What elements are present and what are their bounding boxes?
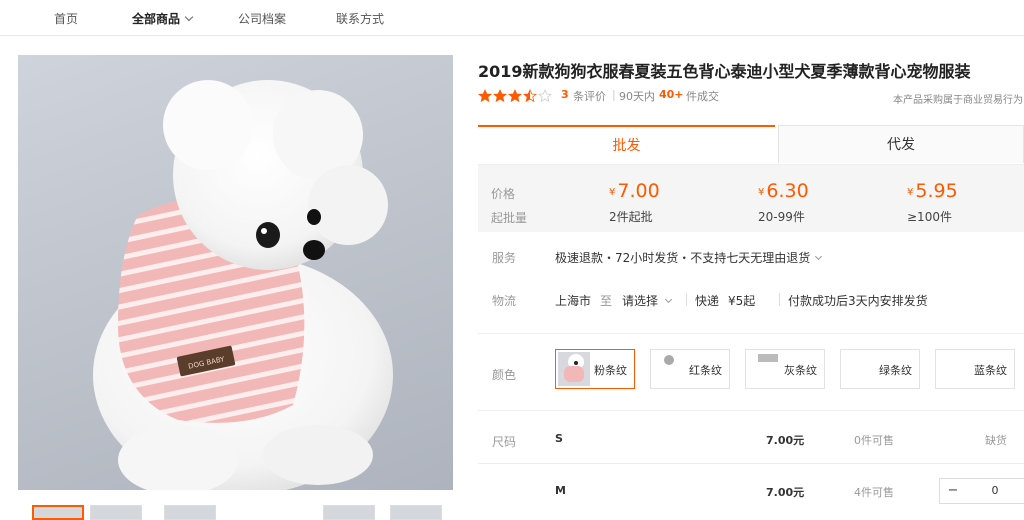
price-label: 价格 bbox=[491, 187, 516, 201]
out-of-stock-label: 缺货 bbox=[985, 434, 1007, 447]
sales-prefix: 90天内 bbox=[619, 90, 655, 103]
purchase-mode-tabs: 批发 代发 bbox=[478, 125, 1024, 163]
size-price: 7.00元 bbox=[766, 434, 805, 447]
color-thumbnail bbox=[843, 352, 875, 386]
express-fee: ¥5起 bbox=[728, 294, 756, 308]
color-option-red[interactable]: 红条纹 bbox=[650, 349, 730, 389]
tier-qty: 20-99件 bbox=[758, 210, 805, 224]
thumbnail-3[interactable] bbox=[164, 505, 216, 520]
color-label: 颜色 bbox=[492, 368, 517, 382]
price-tier-3: ¥5.95 ≥100件 bbox=[907, 180, 958, 225]
nav-home[interactable]: 首页 bbox=[54, 10, 78, 27]
service-info[interactable]: 极速退款・72小时发货・不支持七天无理由退货 bbox=[555, 249, 823, 266]
currency-symbol: ¥ bbox=[609, 187, 616, 198]
quantity-input[interactable] bbox=[980, 479, 1010, 503]
size-name: S bbox=[555, 432, 563, 445]
tab-wholesale[interactable]: 批发 bbox=[478, 125, 775, 163]
color-thumbnail bbox=[748, 352, 780, 386]
nav-contact[interactable]: 联系方式 bbox=[336, 10, 384, 27]
color-option-label: 绿条纹 bbox=[879, 364, 912, 377]
destination-select[interactable]: 请选择 bbox=[622, 292, 673, 309]
color-option-label: 蓝条纹 bbox=[974, 364, 1007, 377]
trade-notice: 本产品采购属于商业贸易行为 bbox=[893, 95, 1023, 106]
tier-price: 5.95 bbox=[915, 180, 958, 202]
thumbnail-4[interactable] bbox=[323, 505, 375, 520]
top-nav: 首页 全部商品 公司档案 联系方式 bbox=[0, 0, 1024, 36]
size-stock: 4件可售 bbox=[854, 486, 894, 499]
nav-company-profile[interactable]: 公司档案 bbox=[238, 10, 286, 27]
thumbnail-2[interactable] bbox=[90, 505, 142, 520]
main-product-image[interactable]: DOG BABY bbox=[18, 55, 453, 490]
divider bbox=[686, 293, 687, 306]
logistics-label: 物流 bbox=[492, 294, 517, 308]
express-label: 快递 bbox=[695, 294, 720, 308]
color-option-gray[interactable]: 灰条纹 bbox=[745, 349, 825, 389]
divider bbox=[478, 333, 1024, 334]
star-rating-icon bbox=[478, 89, 553, 103]
thumbnail-1[interactable] bbox=[32, 505, 84, 520]
price-tier-2: ¥6.30 20-99件 bbox=[758, 180, 809, 225]
ship-note: 付款成功后3天内安排发货 bbox=[788, 294, 928, 308]
review-count[interactable]: 3 bbox=[561, 88, 569, 101]
color-option-green[interactable]: 绿条纹 bbox=[840, 349, 920, 389]
quantity-stepper: − bbox=[939, 478, 1024, 504]
color-option-label: 粉条纹 bbox=[594, 364, 627, 377]
color-option-pink[interactable]: 粉条纹 bbox=[555, 349, 635, 389]
tier-price: 7.00 bbox=[617, 180, 660, 202]
color-thumbnail bbox=[653, 352, 685, 386]
nav-all-products-label: 全部商品 bbox=[132, 12, 181, 26]
size-label: 尺码 bbox=[492, 435, 517, 449]
price-panel: 价格 起批量 ¥7.00 2件起批 ¥6.30 20-99件 ¥5.95 ≥10… bbox=[478, 164, 1024, 232]
divider: | bbox=[612, 88, 616, 101]
divider bbox=[779, 293, 780, 306]
size-name: M bbox=[555, 484, 566, 497]
chevron-down-icon bbox=[664, 295, 673, 304]
size-price: 7.00元 bbox=[766, 486, 805, 499]
decrement-button[interactable]: − bbox=[940, 479, 966, 503]
ship-to-word: 至 bbox=[600, 294, 613, 308]
tier-qty: 2件起批 bbox=[609, 210, 653, 224]
service-text: 极速退款・72小时发货・不支持七天无理由退货 bbox=[555, 251, 811, 265]
chevron-down-icon bbox=[815, 252, 823, 261]
color-option-label: 灰条纹 bbox=[784, 364, 817, 377]
color-option-label: 红条纹 bbox=[689, 364, 722, 377]
tier-price: 6.30 bbox=[766, 180, 809, 202]
product-title: 2019新款狗狗衣服春夏装五色背心泰迪小型犬夏季薄款背心宠物服装 bbox=[478, 62, 971, 81]
moq-label: 起批量 bbox=[491, 211, 528, 225]
chevron-down-icon bbox=[184, 12, 194, 22]
color-thumbnail bbox=[558, 352, 590, 386]
dog-illustration: DOG BABY bbox=[93, 80, 393, 490]
tier-qty: ≥100件 bbox=[907, 210, 952, 224]
sales-suffix: 件成交 bbox=[686, 90, 719, 103]
color-option-blue[interactable]: 蓝条纹 bbox=[935, 349, 1015, 389]
divider bbox=[478, 410, 1024, 411]
currency-symbol: ¥ bbox=[907, 187, 914, 198]
nav-all-products[interactable]: 全部商品 bbox=[132, 10, 194, 27]
currency-symbol: ¥ bbox=[758, 187, 765, 198]
thumbnail-5[interactable] bbox=[390, 505, 442, 520]
divider bbox=[478, 463, 1024, 464]
ship-from: 上海市 bbox=[555, 294, 592, 308]
thumbnail-strip bbox=[18, 505, 458, 520]
tab-dropship[interactable]: 代发 bbox=[778, 125, 1024, 163]
size-stock: 0件可售 bbox=[854, 434, 894, 447]
color-thumbnail bbox=[938, 352, 970, 386]
destination-select-text: 请选择 bbox=[622, 294, 659, 308]
review-label[interactable]: 条评价 bbox=[573, 88, 606, 104]
sales-count: 40+ bbox=[659, 88, 684, 101]
price-tier-1: ¥7.00 2件起批 bbox=[609, 180, 660, 225]
service-label: 服务 bbox=[492, 251, 517, 265]
